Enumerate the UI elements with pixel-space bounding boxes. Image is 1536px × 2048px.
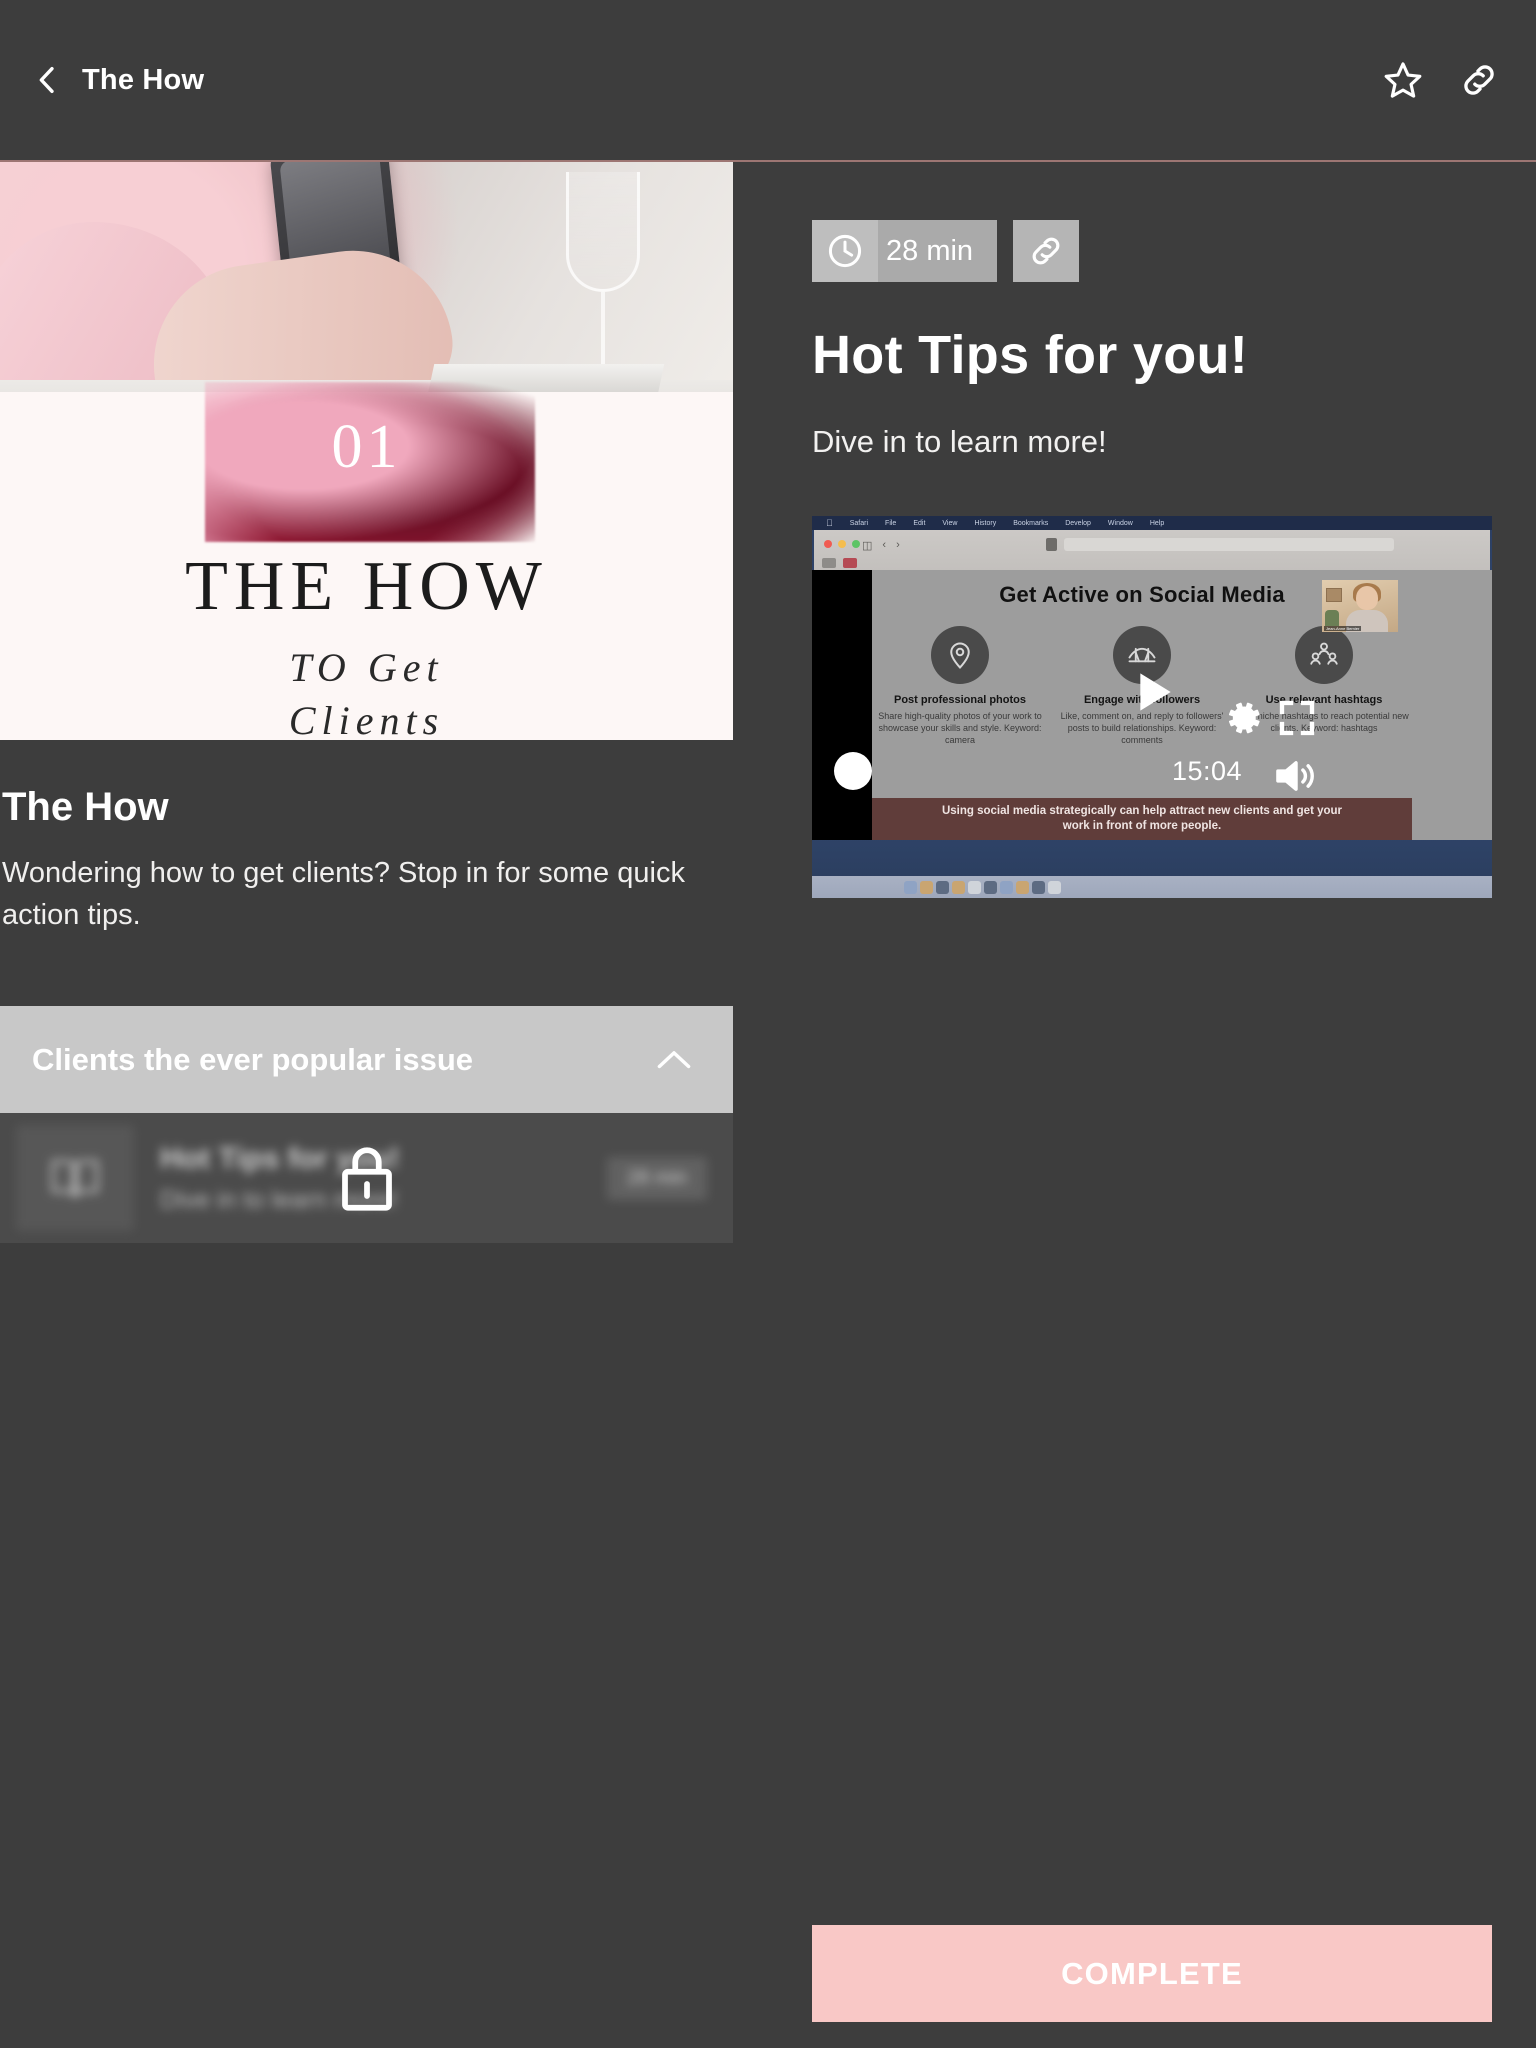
chevron-right-icon: › bbox=[896, 539, 900, 551]
dock-icon bbox=[984, 880, 997, 894]
volume-on-icon[interactable] bbox=[1273, 756, 1319, 796]
recorded-browser-chrome: ◫ ‹ › bbox=[814, 530, 1490, 570]
video-current-time: 15:04 bbox=[1172, 756, 1243, 786]
menu-item: Help bbox=[1143, 519, 1164, 527]
course-title: The How bbox=[2, 785, 169, 829]
cover-subtitle-line2: Clients bbox=[288, 697, 445, 740]
location-pin-icon bbox=[931, 626, 989, 684]
video-scrubber-handle[interactable] bbox=[834, 752, 872, 790]
lesson-detail-panel: 28 min Hot Tips for you! Dive in to lear… bbox=[812, 162, 1492, 898]
chevron-left-icon[interactable] bbox=[30, 63, 64, 97]
accordion-title: Clients the ever popular issue bbox=[32, 1041, 474, 1077]
course-lesson-screen: The How 01 THE HOW TO Get Clients The Ho… bbox=[0, 0, 1536, 2048]
complete-button[interactable]: COMPLETE bbox=[812, 1925, 1492, 2022]
cover-subtitle-line1: TO Get bbox=[289, 645, 444, 690]
dock-icon bbox=[968, 880, 981, 894]
chevron-up-icon[interactable] bbox=[653, 1047, 695, 1073]
menu-item: Edit bbox=[906, 519, 925, 527]
duration-value: 28 min bbox=[878, 220, 998, 282]
clock-icon bbox=[812, 220, 878, 282]
menu-item: Develop bbox=[1058, 519, 1091, 527]
dock-icon bbox=[1000, 880, 1013, 894]
minimize-icon bbox=[838, 540, 846, 548]
link-icon[interactable] bbox=[1458, 59, 1500, 101]
dock-icon bbox=[904, 880, 917, 894]
lesson-meta-row: 28 min bbox=[812, 162, 1492, 282]
bookmark-chip bbox=[822, 558, 836, 568]
header-left-group: The How bbox=[0, 63, 204, 97]
video-letterbox-left bbox=[812, 570, 872, 840]
cover-number: 01 bbox=[331, 413, 402, 481]
course-cover-image: 01 THE HOW TO Get Clients bbox=[0, 162, 733, 740]
presenter-name: Jean-Anne Bernier bbox=[1324, 626, 1362, 631]
lesson-subtitle-text: Dive in to learn more! bbox=[812, 424, 1107, 459]
slide-column: Post professional photos Share high-qual… bbox=[874, 626, 1046, 747]
fullscreen-icon[interactable] bbox=[1277, 698, 1317, 738]
window-controls bbox=[824, 540, 860, 548]
presenter-webcam-overlay: Jean-Anne Bernier bbox=[1322, 580, 1398, 632]
cover-text-panel: 01 THE HOW TO Get Clients bbox=[0, 382, 733, 740]
dock-icon bbox=[936, 880, 949, 894]
close-icon bbox=[824, 540, 832, 548]
recorded-dock bbox=[812, 876, 1492, 898]
page-title: The How bbox=[82, 63, 205, 96]
cover-title: THE HOW bbox=[185, 548, 548, 625]
play-icon[interactable] bbox=[1124, 664, 1180, 720]
menu-item: View bbox=[935, 519, 957, 527]
chevron-left-icon: ‹ bbox=[882, 539, 887, 551]
video-caption-text: Using social media strategically can hel… bbox=[941, 805, 1343, 832]
menu-item: Window bbox=[1101, 519, 1133, 527]
header-actions bbox=[1382, 59, 1536, 101]
dock-icon bbox=[1032, 880, 1045, 894]
duration-badge: 28 min bbox=[812, 220, 998, 282]
address-bar bbox=[1064, 538, 1394, 551]
people-group-icon bbox=[1295, 626, 1353, 684]
menu-item: Safari bbox=[843, 519, 868, 527]
recorded-menubar:  Safari File Edit View History Bookmark… bbox=[812, 516, 1492, 530]
link-icon bbox=[1027, 232, 1065, 270]
slide-column-heading: Post professional photos bbox=[893, 694, 1026, 706]
bookmark-bar bbox=[822, 558, 857, 568]
apple-logo-icon:  bbox=[826, 518, 833, 528]
video-player[interactable]:  Safari File Edit View History Bookmark… bbox=[812, 516, 1492, 898]
video-caption-bar: Using social media strategically can hel… bbox=[872, 798, 1412, 840]
course-description: Wondering how to get clients? Stop in fo… bbox=[2, 857, 685, 932]
bookmark-chip bbox=[843, 558, 857, 568]
menu-item: File bbox=[878, 519, 896, 527]
star-icon[interactable] bbox=[1382, 59, 1424, 101]
reader-icon bbox=[1046, 538, 1057, 551]
lesson-sidebar: 01 THE HOW TO Get Clients The How Wonder… bbox=[0, 162, 733, 1244]
browser-nav-icons: ◫ ‹ › bbox=[862, 539, 900, 552]
menu-item: Bookmarks bbox=[1006, 519, 1048, 527]
lesson-lock-overlay bbox=[0, 1113, 733, 1243]
maximize-icon bbox=[852, 540, 860, 548]
gear-icon[interactable] bbox=[1221, 696, 1265, 740]
list-item[interactable]: Hot Tips for you! Dive in to learn more!… bbox=[0, 1113, 733, 1244]
cover-subtitle: TO Get Clients bbox=[0, 642, 733, 740]
slide-column-body: Share high-quality photos of your work t… bbox=[878, 711, 1042, 745]
app-header: The How bbox=[0, 0, 1536, 162]
menu-item: History bbox=[967, 519, 996, 527]
copy-link-button[interactable] bbox=[1013, 220, 1080, 282]
accordion-section-header[interactable]: Clients the ever popular issue bbox=[0, 1006, 733, 1114]
sidebar-icon: ◫ bbox=[862, 540, 873, 552]
lock-icon bbox=[341, 1147, 392, 1211]
dock-icon bbox=[1016, 880, 1029, 894]
dock-icon bbox=[920, 880, 933, 894]
lesson-title: Hot Tips for you! bbox=[812, 325, 1249, 385]
dock-icon bbox=[1048, 880, 1061, 894]
dock-icon bbox=[952, 880, 965, 894]
